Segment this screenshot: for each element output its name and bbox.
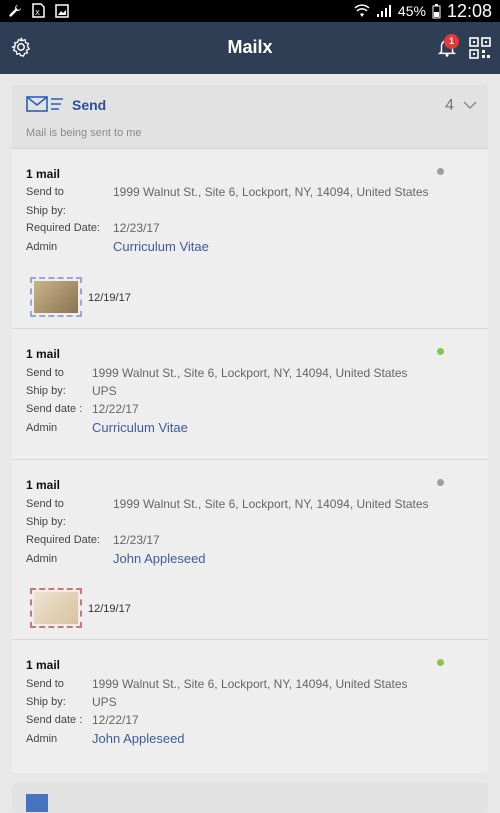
section-count: 4	[445, 97, 454, 114]
mail-count: 1 mail	[26, 658, 61, 672]
send-to-value: 1999 Walnut St., Site 6, Lockport, NY, 1…	[92, 366, 408, 380]
app-bar: Mailx 1	[0, 22, 500, 74]
battery-icon	[432, 3, 441, 18]
svg-text:X: X	[35, 9, 40, 17]
send-to-label: Send to	[26, 678, 64, 690]
status-dot	[437, 479, 444, 486]
admin-label: Admin	[26, 422, 58, 434]
next-section-header[interactable]	[12, 783, 488, 813]
mail-count: 1 mail	[26, 478, 61, 492]
attachment-date: 12/19/17	[88, 292, 131, 304]
app-title: Mailx	[227, 37, 273, 57]
admin-link[interactable]: John Appleseed	[92, 731, 185, 746]
battery-percent: 45%	[397, 3, 426, 19]
mail-item[interactable]: 1 mail Send to 1999 Walnut St., Site 6, …	[12, 149, 488, 329]
admin-label: Admin	[26, 553, 58, 565]
ship-by-value: UPS	[92, 695, 117, 709]
ship-by-label: Ship by:	[26, 205, 66, 217]
ship-by-label: Ship by:	[26, 516, 66, 528]
mail-item[interactable]: 1 mail Send to 1999 Walnut St., Site 6, …	[12, 640, 488, 771]
ship-by-label: Ship by:	[26, 385, 66, 397]
mail-item[interactable]: 1 mail Send to 1999 Walnut St., Site 6, …	[12, 329, 488, 460]
wifi-icon	[354, 4, 370, 17]
send-panel: Send 4 Mail is being sent to me 1 mail S…	[12, 85, 488, 773]
send-to-value: 1999 Walnut St., Site 6, Lockport, NY, 1…	[113, 185, 429, 199]
clock: 12:08	[446, 0, 492, 21]
mailbox-icon	[26, 794, 48, 812]
attachment-thumbnail[interactable]	[30, 277, 82, 317]
attachment-date: 12/19/17	[88, 603, 131, 615]
status-dot	[437, 659, 444, 666]
send-mail-icon	[26, 96, 63, 112]
section-title: Send	[72, 97, 107, 113]
mail-count: 1 mail	[26, 347, 61, 361]
admin-link[interactable]: John Appleseed	[113, 551, 206, 566]
admin-label: Admin	[26, 733, 58, 745]
date-label: Send date :	[26, 403, 83, 415]
mail-count: 1 mail	[26, 167, 61, 181]
status-bar: X 45% 12:08	[0, 0, 500, 22]
send-to-value: 1999 Walnut St., Site 6, Lockport, NY, 1…	[113, 497, 429, 511]
qr-code-icon[interactable]	[468, 36, 492, 60]
send-to-label: Send to	[26, 498, 64, 510]
date-value: 12/23/17	[113, 533, 160, 547]
send-to-value: 1999 Walnut St., Site 6, Lockport, NY, 1…	[92, 677, 408, 691]
admin-link[interactable]: Curriculum Vitae	[92, 420, 188, 435]
chevron-down-icon[interactable]	[462, 97, 478, 113]
date-value: 12/23/17	[113, 221, 160, 235]
date-value: 12/22/17	[92, 402, 139, 416]
image-icon	[55, 3, 69, 18]
send-to-label: Send to	[26, 367, 64, 379]
send-to-label: Send to	[26, 186, 64, 198]
date-value: 12/22/17	[92, 713, 139, 727]
wrench-icon	[9, 4, 21, 17]
admin-label: Admin	[26, 241, 58, 253]
send-section-header[interactable]: Send 4 Mail is being sent to me	[12, 85, 488, 149]
date-label: Send date :	[26, 714, 83, 726]
ship-by-value: UPS	[92, 384, 117, 398]
section-subtitle: Mail is being sent to me	[26, 127, 142, 139]
attachment-thumbnail[interactable]	[30, 588, 82, 628]
status-dot	[437, 168, 444, 175]
mail-item[interactable]: 1 mail Send to 1999 Walnut St., Site 6, …	[12, 460, 488, 640]
notification-badge: 1	[444, 34, 459, 49]
date-label: Required Date:	[26, 534, 100, 546]
signal-icon	[376, 5, 391, 17]
admin-link[interactable]: Curriculum Vitae	[113, 239, 209, 254]
sim-icon: X	[32, 3, 45, 18]
date-label: Required Date:	[26, 222, 100, 234]
ship-by-label: Ship by:	[26, 696, 66, 708]
status-dot	[437, 348, 444, 355]
